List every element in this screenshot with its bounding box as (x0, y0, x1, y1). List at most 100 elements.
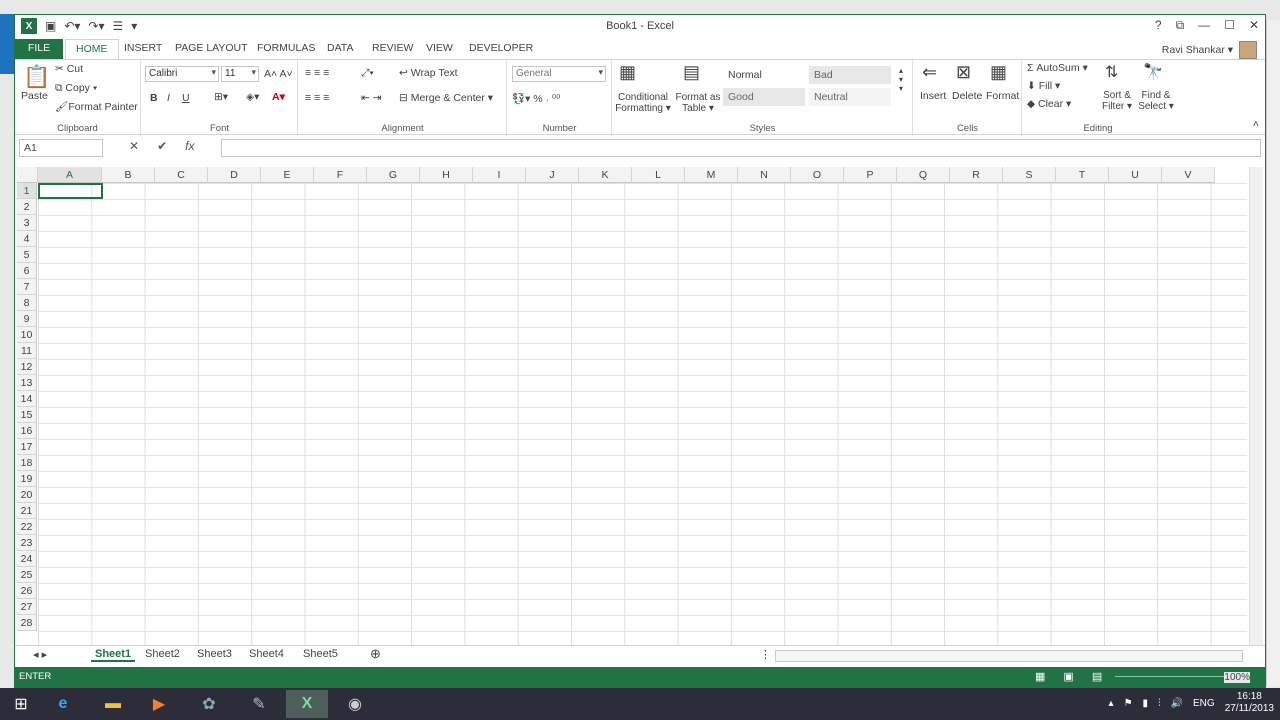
network-icon[interactable]: ⚑ (1124, 698, 1133, 709)
column-header[interactable]: P (844, 167, 897, 183)
row-header[interactable]: 17 (17, 439, 37, 455)
style-neutral[interactable]: Neutral (809, 88, 891, 106)
cancel-icon[interactable]: ✕ (129, 139, 139, 153)
sheet-tab[interactable]: Sheet2 (145, 648, 180, 660)
row-header[interactable]: 10 (17, 327, 37, 343)
row-header[interactable]: 3 (17, 215, 37, 231)
format-as-table-icon[interactable]: ▤ (683, 62, 700, 83)
format-cells-icon[interactable]: ▦ (990, 62, 1007, 83)
find-select-button[interactable]: Find & Select ▾ (1137, 90, 1175, 112)
row-header[interactable]: 4 (17, 231, 37, 247)
row-header[interactable]: 2 (17, 199, 37, 215)
merge-center-button[interactable]: ⊟ Merge & Center ▾ (399, 92, 493, 104)
bold-button[interactable]: B (150, 92, 158, 104)
cut-button[interactable]: ✂ Cut (55, 63, 83, 75)
row-header[interactable]: 20 (17, 487, 37, 503)
row-header[interactable]: 21 (17, 503, 37, 519)
number-format-select[interactable]: General (512, 66, 606, 82)
tab-split-icon[interactable]: ⋮ (760, 648, 771, 661)
tray-expand-icon[interactable]: ▴ (1109, 698, 1114, 709)
cell-gridlines[interactable] (38, 183, 1247, 645)
sheet-tab[interactable]: Sheet3 (197, 648, 232, 660)
font-name-select[interactable]: Calibri (145, 66, 219, 82)
user-account[interactable]: Ravi Shankar ▾ (1162, 41, 1257, 59)
column-header[interactable]: L (632, 167, 685, 183)
sort-filter-button[interactable]: Sort & Filter ▾ (1097, 90, 1137, 112)
column-header[interactable]: T (1056, 167, 1109, 183)
column-header[interactable]: I (473, 167, 526, 183)
tab-home[interactable]: HOME (65, 39, 119, 60)
column-header[interactable]: V (1162, 167, 1215, 183)
row-header[interactable]: 13 (17, 375, 37, 391)
volume-icon[interactable]: 🔊 (1171, 698, 1183, 709)
row-header[interactable]: 23 (17, 535, 37, 551)
paint-app-icon[interactable]: ✿ (188, 690, 230, 718)
zoom-slider[interactable] (1115, 676, 1225, 677)
row-header[interactable]: 26 (17, 583, 37, 599)
format-cells-button[interactable]: Format (986, 90, 1019, 102)
tab-review[interactable]: REVIEW (372, 42, 413, 54)
column-header[interactable]: C (155, 167, 208, 183)
column-header[interactable]: E (261, 167, 314, 183)
row-header[interactable]: 9 (17, 311, 37, 327)
ribbon-display-icon[interactable]: ⧉ (1176, 18, 1185, 33)
number-format-icons[interactable]: 💱▾ % ˒ ⁰⁰ (512, 92, 560, 105)
formula-input[interactable] (221, 139, 1261, 157)
row-header[interactable]: 22 (17, 519, 37, 535)
zoom-level[interactable]: 100% (1224, 672, 1250, 683)
tab-formulas[interactable]: FORMULAS (257, 42, 315, 54)
find-select-icon[interactable]: 🔭 (1143, 62, 1163, 82)
paste-button[interactable]: Paste (21, 90, 48, 102)
wrap-text-button[interactable]: ↩ Wrap Text (399, 67, 458, 79)
column-header[interactable]: U (1109, 167, 1162, 183)
clear-button[interactable]: ◆ Clear ▾ (1027, 98, 1071, 110)
select-all-corner[interactable] (17, 167, 38, 183)
sheet-tab[interactable]: Sheet5 (303, 648, 338, 660)
tab-insert[interactable]: INSERT (124, 42, 162, 54)
orientation-icon[interactable]: ⤢▾ (361, 67, 374, 80)
insert-cells-button[interactable]: Insert (920, 90, 946, 102)
help-icon[interactable]: ? (1155, 18, 1162, 33)
sheet-tab[interactable]: Sheet4 (249, 648, 284, 660)
maximize-icon[interactable]: ☐ (1224, 18, 1235, 33)
sheet-nav-icons[interactable]: ◂ ▸ (33, 648, 47, 661)
column-header[interactable]: H (420, 167, 473, 183)
style-normal[interactable]: Normal (723, 66, 805, 84)
new-sheet-icon[interactable]: ⊕ (370, 646, 381, 662)
row-header[interactable]: 11 (17, 343, 37, 359)
borders-icon[interactable]: ⊞▾ (214, 91, 228, 103)
page-break-view-icon[interactable]: ▤ (1092, 670, 1102, 683)
underline-button[interactable]: U (182, 92, 190, 104)
row-header[interactable]: 12 (17, 359, 37, 375)
column-header[interactable]: B (102, 167, 155, 183)
row-header[interactable]: 8 (17, 295, 37, 311)
enter-icon[interactable]: ✔ (157, 139, 167, 153)
ie-browser-icon[interactable]: e (42, 690, 84, 718)
worksheet-grid[interactable]: ABCDEFGHIJKLMNOPQRSTUV 1 2 3 4 5 6 7 8 9 10 11 12 13… (17, 167, 1247, 645)
row-header[interactable]: 24 (17, 551, 37, 567)
column-header[interactable]: A (38, 167, 102, 183)
tab-developer[interactable]: DEVELOPER (469, 42, 533, 54)
tab-file[interactable]: FILE (15, 39, 63, 59)
horizontal-align-icons[interactable]: ≡ ≡ ≡ (305, 92, 329, 104)
input-language[interactable]: ENG (1193, 698, 1215, 709)
indent-icons[interactable]: ⇤ ⇥ (361, 92, 382, 104)
style-good[interactable]: Good (723, 88, 805, 106)
column-header[interactable]: F (314, 167, 367, 183)
insert-function-button[interactable]: fx (185, 139, 194, 153)
row-header[interactable]: 5 (17, 247, 37, 263)
row-header[interactable]: 18 (17, 455, 37, 471)
start-windows-icon[interactable]: ⊞ (0, 690, 42, 718)
row-header[interactable]: 16 (17, 423, 37, 439)
paste-icon[interactable]: 📋 (23, 64, 50, 90)
format-painter-button[interactable]: 🖌Format Painter (55, 100, 138, 113)
clock[interactable]: 16:18 27/11/2013 (1225, 691, 1274, 715)
recorder-app-icon[interactable]: ◉ (334, 690, 376, 718)
column-header[interactable]: R (950, 167, 1003, 183)
font-color-icon[interactable]: A▾ (272, 91, 285, 103)
column-header[interactable]: N (738, 167, 791, 183)
fill-button[interactable]: ⬇ Fill ▾ (1027, 80, 1060, 92)
copy-button[interactable]: ⧉ Copy ▾ (55, 82, 97, 95)
collapse-ribbon-icon[interactable]: ˄ (1253, 118, 1259, 130)
autosum-button[interactable]: Σ AutoSum ▾ (1027, 62, 1088, 74)
